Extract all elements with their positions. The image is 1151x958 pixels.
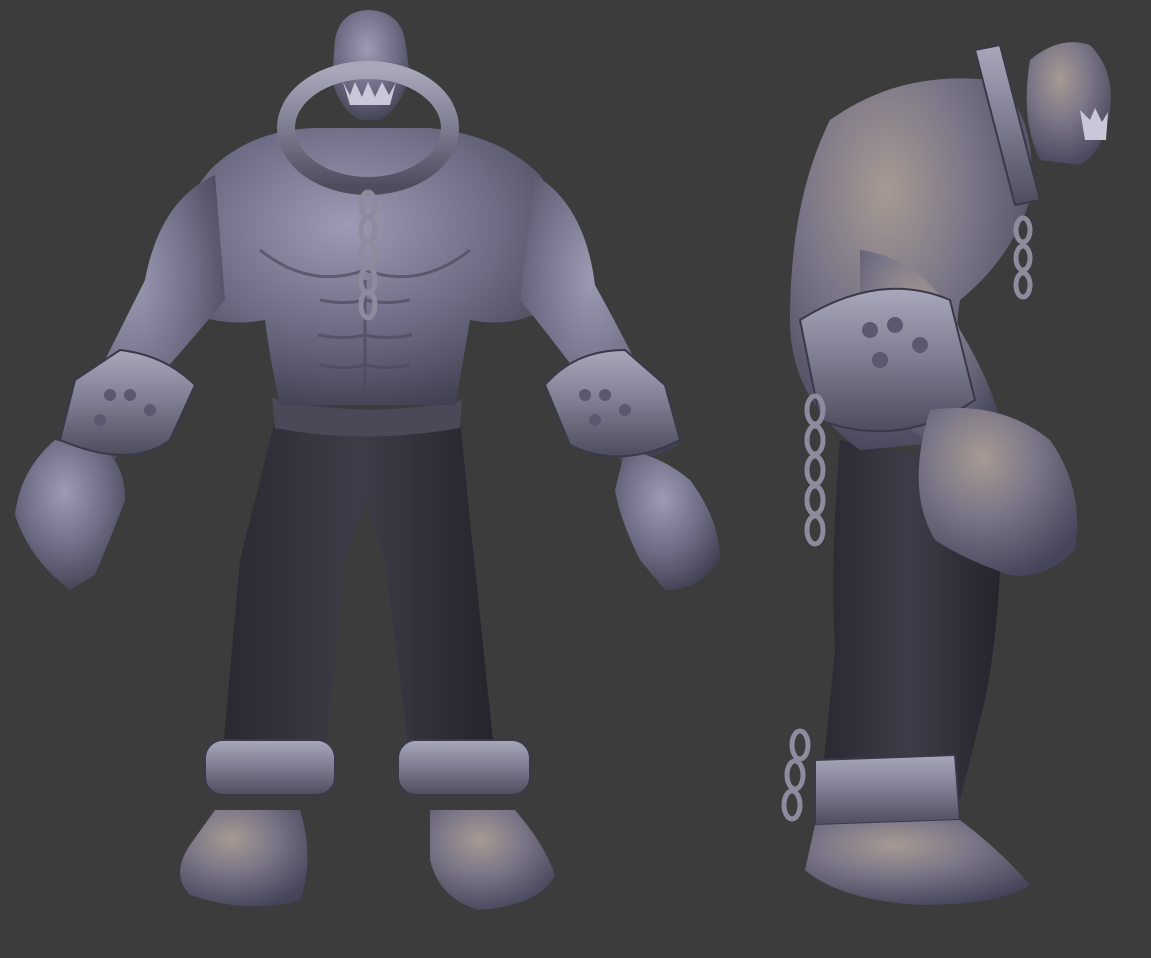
front-left-hand <box>15 440 125 590</box>
render-image <box>15 10 1111 910</box>
front-ankle-cuffs <box>204 739 531 796</box>
front-right-hand <box>615 450 720 590</box>
side-ankle-chain <box>781 728 811 822</box>
front-right-foot <box>430 810 555 910</box>
front-view-figure <box>15 10 720 910</box>
front-pants <box>222 420 495 760</box>
side-head <box>1026 42 1111 166</box>
side-view-figure <box>781 42 1111 905</box>
front-left-foot <box>180 810 308 907</box>
side-foot <box>805 820 1030 905</box>
side-ankle-cuff <box>814 753 962 827</box>
render-viewport <box>0 0 1151 958</box>
